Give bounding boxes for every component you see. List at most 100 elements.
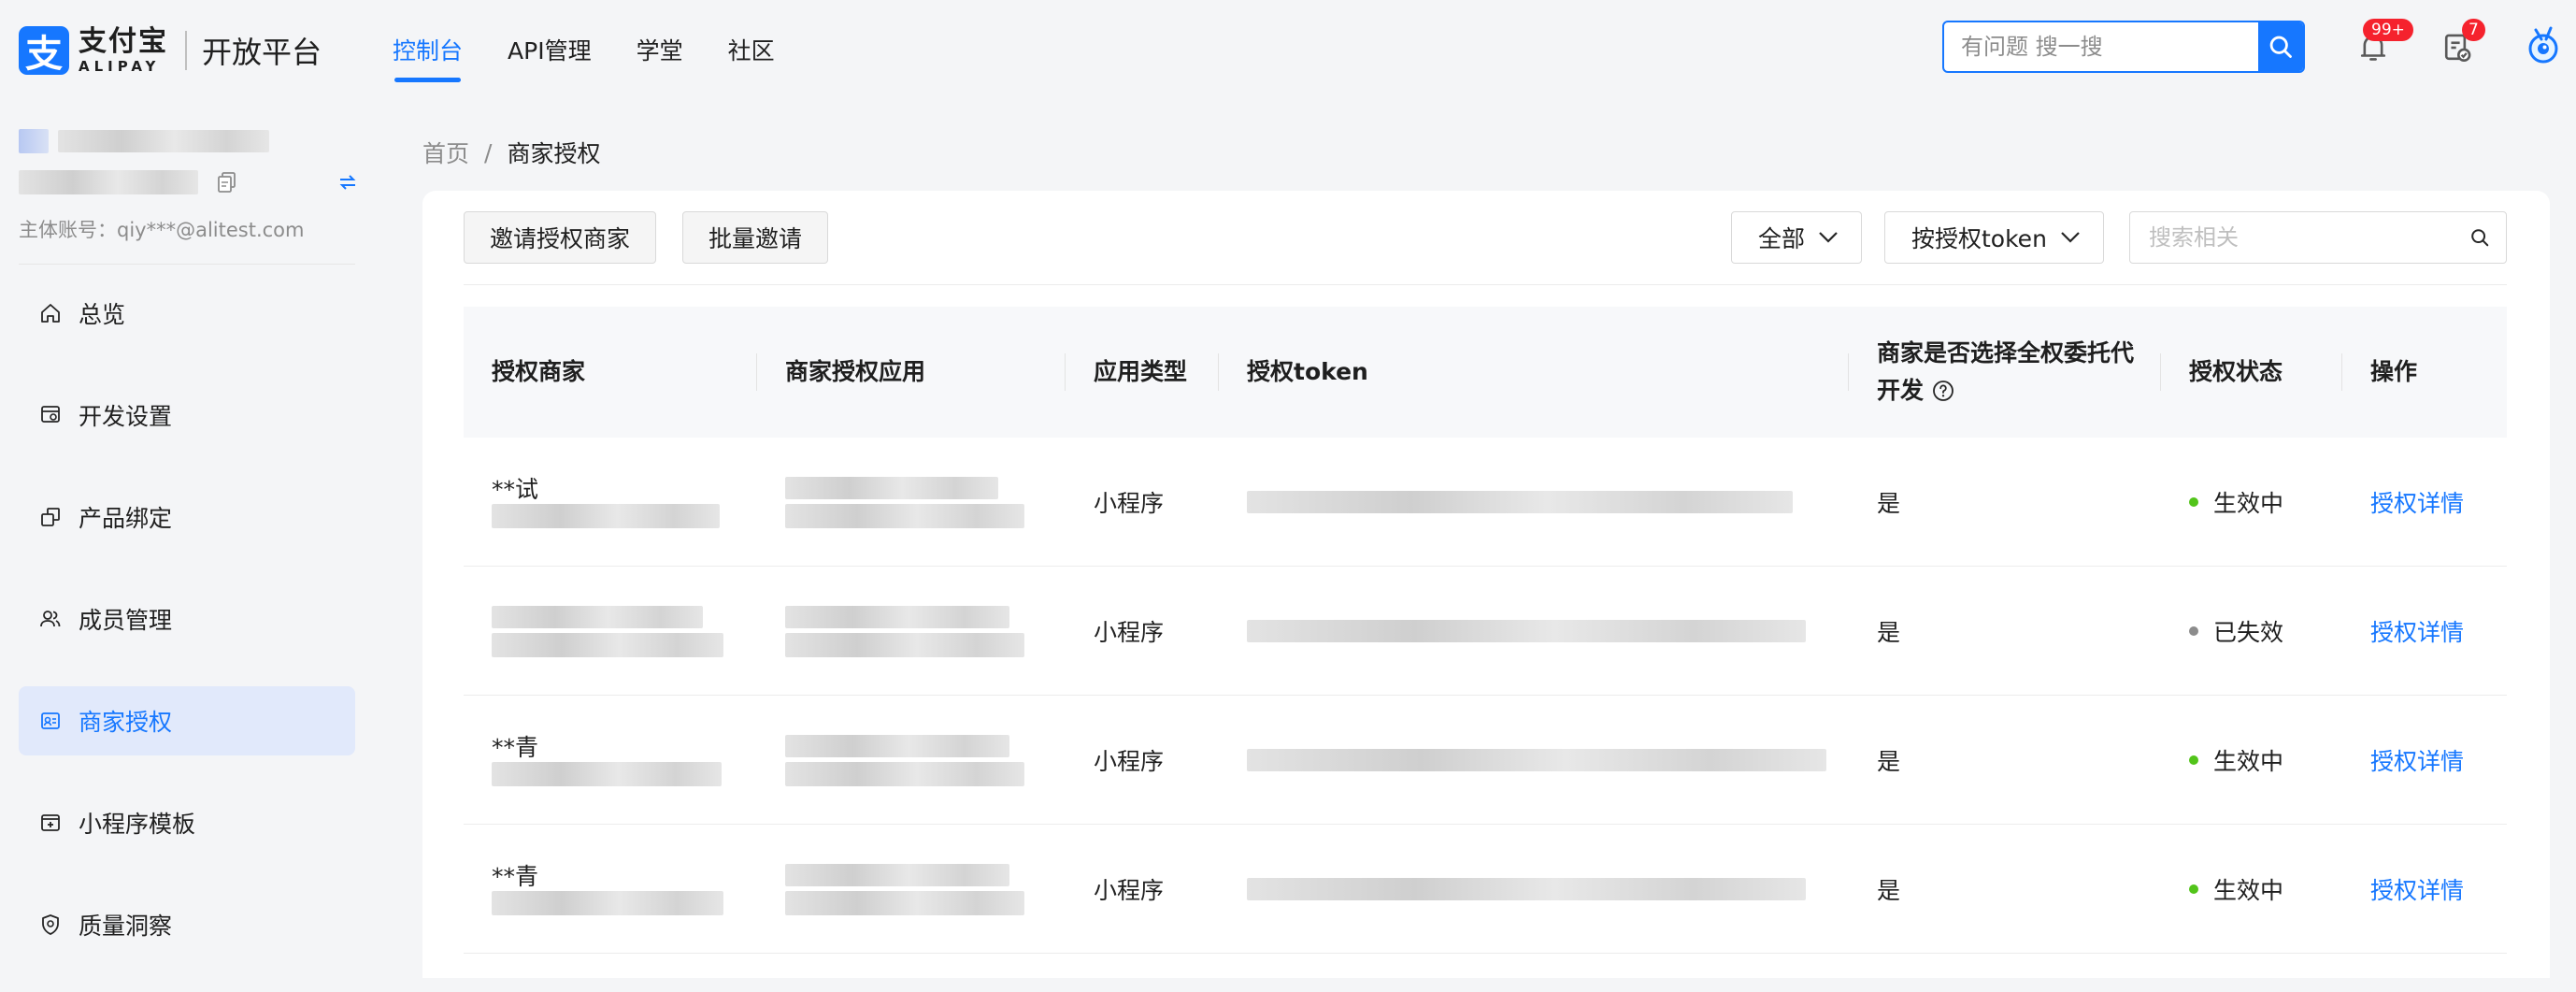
search-icon[interactable] [2454,227,2506,248]
search-type-value: 按授权token [1911,225,2047,252]
notification-badge: 99+ [2363,19,2413,41]
table-search-input[interactable] [2130,224,2454,251]
home-icon [37,300,64,326]
app-cell [757,696,1066,824]
table-row: **青 小程序 是 生效中 授权详情 [464,825,2507,954]
product-bind-icon [37,504,64,530]
sidebar-item-quality-insight[interactable]: 质量洞察 [19,890,355,959]
sidebar-item-miniapp-template[interactable]: 小程序模板 [19,788,355,857]
sidebar-item-label: 小程序模板 [79,811,196,838]
copy-icon[interactable] [217,171,237,194]
notification-button[interactable]: 99+ [2354,19,2413,67]
column-header: 授权商家 [464,307,757,438]
sidebar: 主体账号：qiy***@alitest.com 总览 开发设置 产品绑定 成员管… [0,99,374,978]
merchant-auth-icon [37,708,64,734]
merchant-name-redacted [492,605,703,628]
status-dot [2189,496,2198,507]
nav-academy[interactable]: 学堂 [637,0,683,99]
sidebar-item-label: 开发设置 [79,403,173,430]
table-row: **试 小程序 是 生效中 授权详情 [464,438,2507,567]
global-search-input[interactable] [1944,22,2258,71]
todo-badge: 7 [2462,19,2485,41]
status-dot [2189,755,2198,765]
merchant-id-redacted [492,632,723,657]
merchant-name: **试 [492,475,539,503]
sidebar-item-product-binding[interactable]: 产品绑定 [19,482,355,552]
table-row: 小程序 是 已失效 授权详情 [464,567,2507,696]
breadcrumb-separator: / [484,138,493,166]
todo-button[interactable]: 7 [2438,19,2485,67]
app-cell [757,438,1066,566]
status-text: 生效中 [2213,876,2284,904]
app-name-redacted [785,605,1009,628]
token-cell [1219,567,1849,695]
breadcrumb-home[interactable]: 首页 [422,136,469,169]
sidebar-item-label: 产品绑定 [79,505,173,532]
sidebar-item-merchant-auth[interactable]: 商家授权 [19,686,355,755]
help-circle-icon[interactable] [1932,380,1954,402]
table-row: **青 小程序 是 生效中 授权详情 [464,696,2507,825]
members-icon [37,606,64,632]
account-avatar [19,129,49,153]
main-nav: 控制台 API管理 学堂 社区 [393,0,820,99]
user-avatar[interactable] [2524,26,2563,65]
auth-detail-link[interactable]: 授权详情 [2370,743,2464,777]
switch-account-icon[interactable] [338,174,357,191]
column-header: 商家授权应用 [757,307,1066,438]
sidebar-item-label: 质量洞察 [79,913,173,940]
merchant-auth-table: 授权商家 商家授权应用 应用类型 授权token 商家是否选择全权委托代开发 授… [464,307,2507,954]
status-cell: 生效中 [2161,696,2342,824]
token-redacted [1247,748,1826,771]
nav-console[interactable]: 控制台 [393,0,463,99]
full-delegate: 是 [1877,489,1901,517]
merchant-cell [464,567,757,695]
status-filter-select[interactable]: 全部 [1731,211,1863,264]
search-icon [2269,36,2292,58]
chevron-down-icon [2061,232,2080,243]
nav-api-management[interactable]: API管理 [508,0,592,99]
action-cell: 授权详情 [2342,438,2507,566]
column-header: 授权token [1219,307,1849,438]
full-delegate: 是 [1877,618,1901,646]
logo-divider [185,31,187,70]
merchant-cell: **青 [464,825,757,953]
status-dot [2189,884,2198,894]
token-redacted [1247,619,1806,642]
logo-cn: 支付宝 [79,24,168,58]
global-search-button[interactable] [2258,22,2303,71]
account-name-redacted [58,130,269,152]
table-search [2129,211,2507,264]
nav-community[interactable]: 社区 [728,0,775,99]
status-cell: 生效中 [2161,825,2342,953]
sidebar-item-overview[interactable]: 总览 [19,279,355,348]
sidebar-menu: 总览 开发设置 产品绑定 成员管理 商家授权 小程序模板 质量洞察 [19,279,355,992]
action-cell: 授权详情 [2342,825,2507,953]
breadcrumb-current: 商家授权 [507,140,601,167]
batch-invite-button[interactable]: 批量邀请 [682,211,828,264]
account-appid-redacted [19,170,198,194]
full-delegate: 是 [1877,747,1901,775]
app-id-redacted [785,890,1024,915]
sidebar-item-dev-settings[interactable]: 开发设置 [19,381,355,450]
merchant-id-redacted [492,761,722,786]
merchant-id-redacted [492,890,723,915]
column-header: 商家是否选择全权委托代开发 [1849,307,2161,438]
invite-merchant-button[interactable]: 邀请授权商家 [464,211,656,264]
token-redacted [1247,877,1806,900]
app-cell [757,567,1066,695]
app-cell [757,825,1066,953]
alipay-logo-mark: 支 [19,26,69,76]
auth-detail-link[interactable]: 授权详情 [2370,614,2464,648]
top-bar: 支 支付宝 ALIPAY 开放平台 控制台 API管理 学堂 社区 99+ 7 [0,0,2576,99]
merchant-name: **青 [492,733,539,761]
auth-detail-link[interactable]: 授权详情 [2370,872,2464,906]
app-id-redacted [785,761,1024,786]
auth-detail-link[interactable]: 授权详情 [2370,485,2464,519]
status-cell: 已失效 [2161,567,2342,695]
search-type-select[interactable]: 按授权token [1884,211,2104,264]
logo-en: ALIPAY [79,57,161,75]
alipay-logo[interactable]: 支 支付宝 ALIPAY 开放平台 [19,24,322,77]
merchant-cell: **试 [464,438,757,566]
sidebar-item-members[interactable]: 成员管理 [19,584,355,654]
sidebar-divider [19,264,355,265]
